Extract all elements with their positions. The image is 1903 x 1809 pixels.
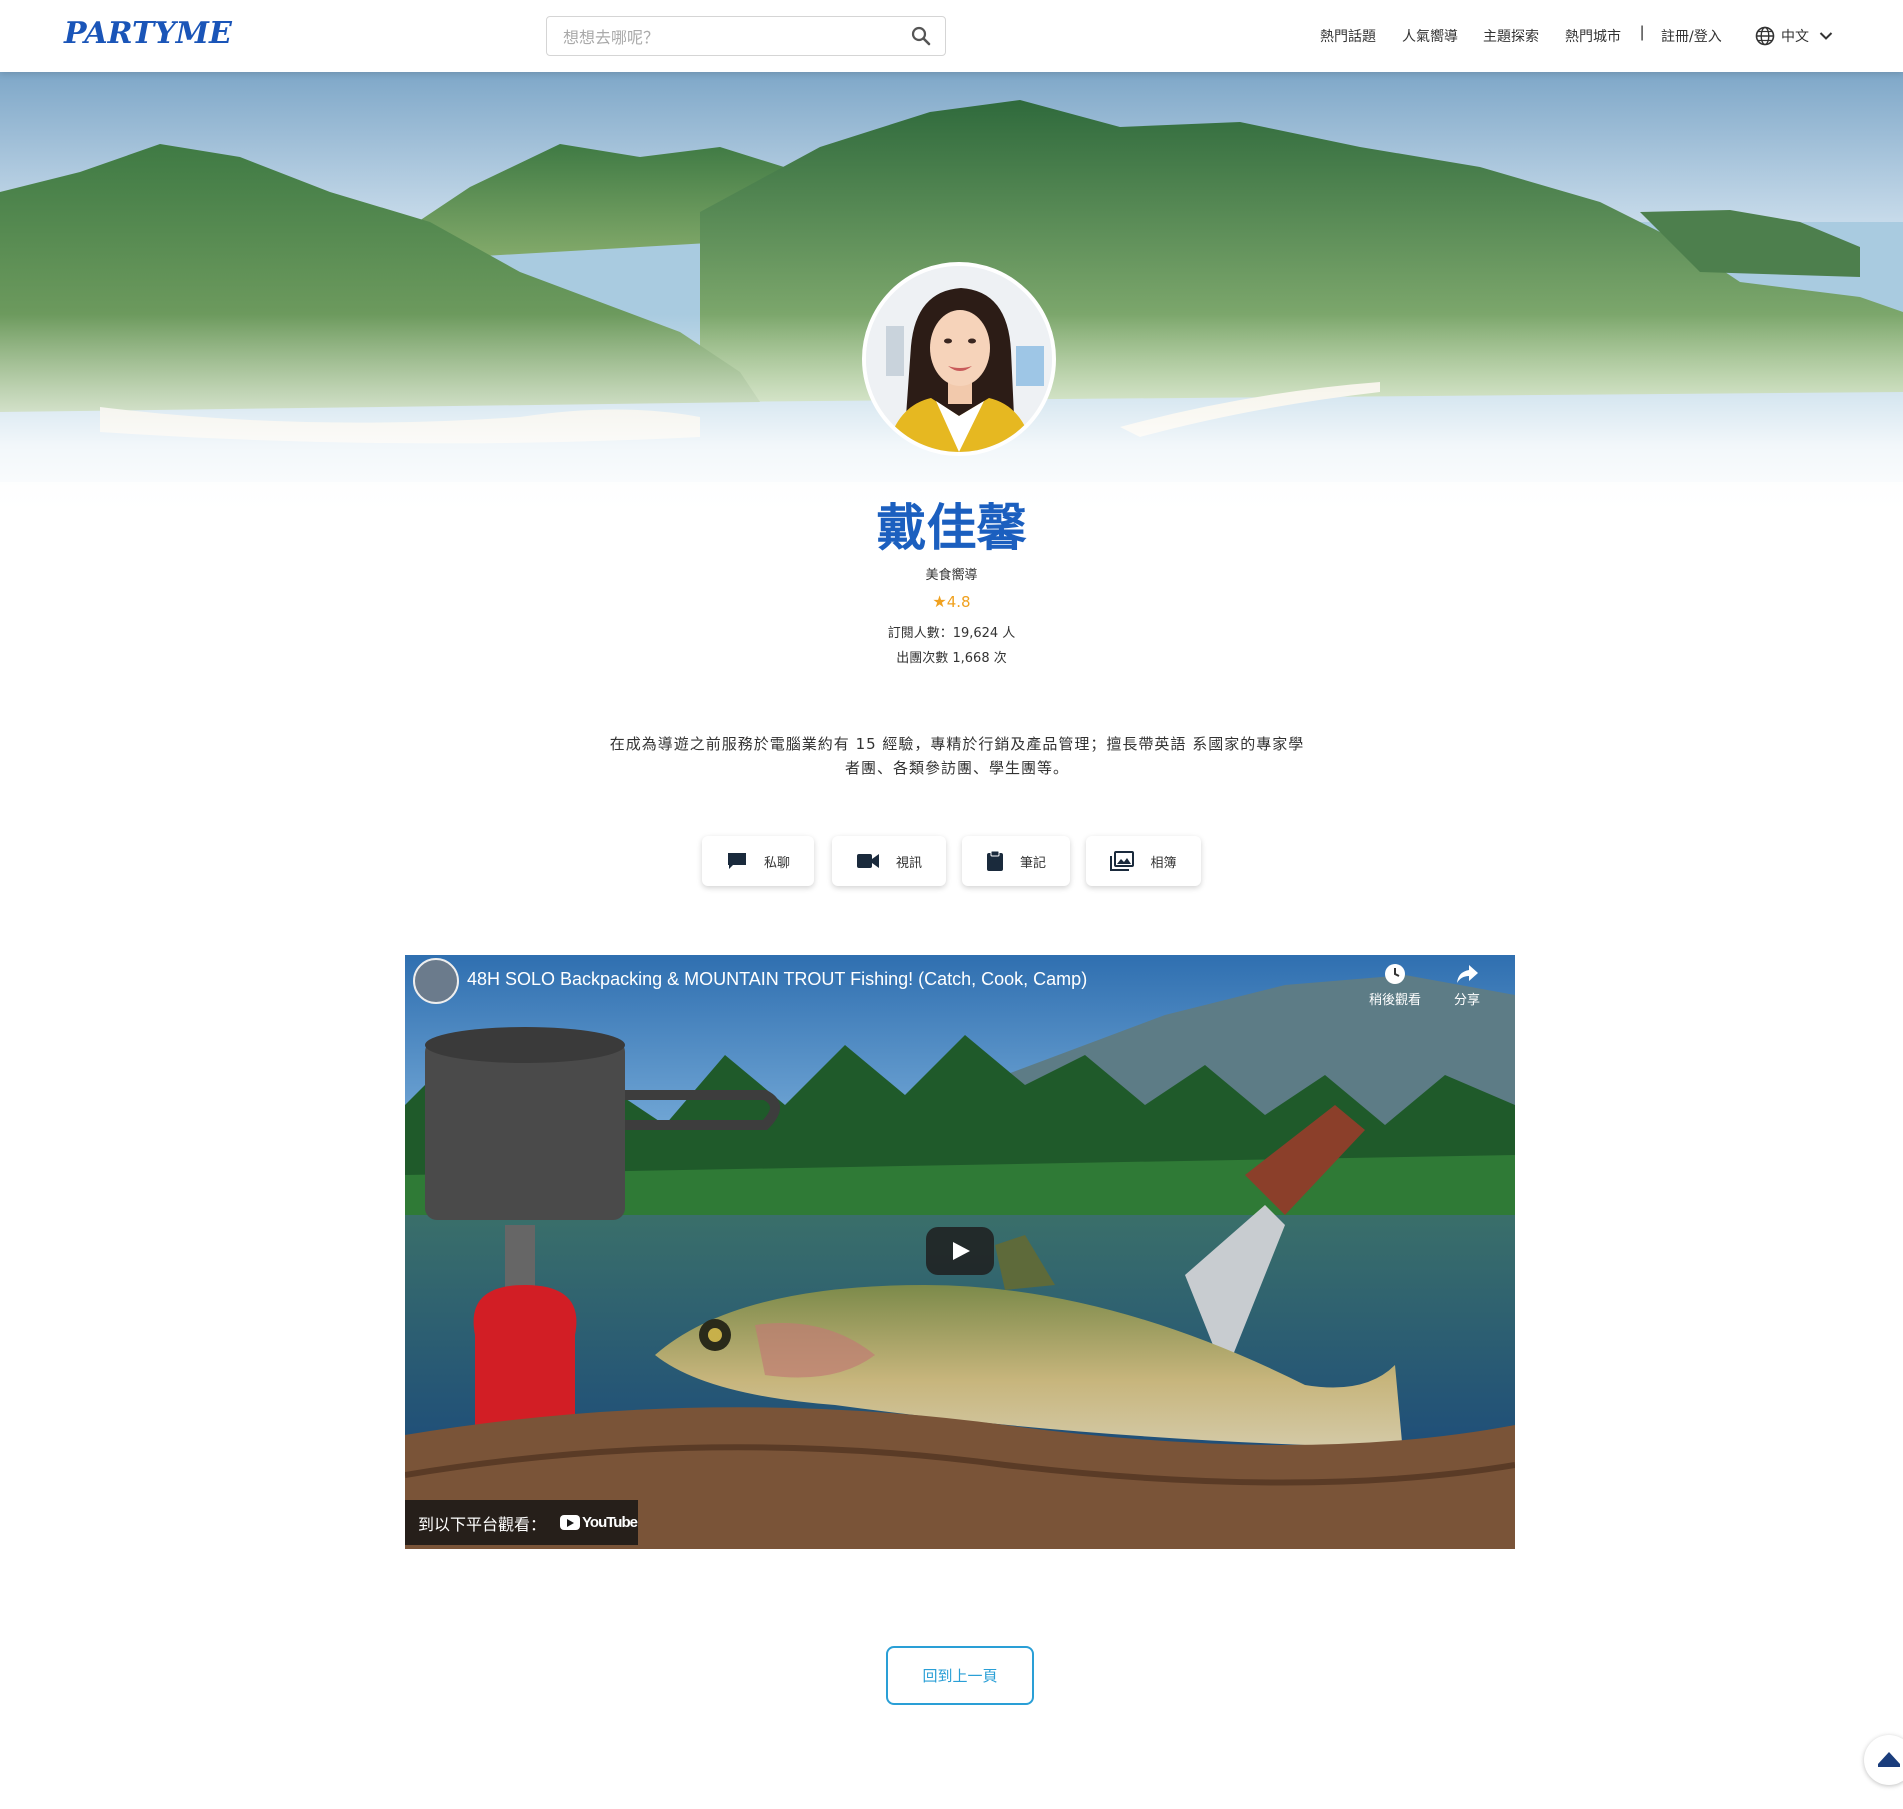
nav-login-register[interactable]: 註冊/登入 bbox=[1661, 26, 1722, 46]
chevron-down-icon bbox=[1819, 32, 1833, 40]
language-label: 中文 bbox=[1781, 29, 1809, 45]
private-chat-label: 私聊 bbox=[763, 855, 790, 871]
globe-icon bbox=[1755, 26, 1775, 46]
notes-button[interactable]: 筆記 bbox=[962, 836, 1070, 886]
subscriber-count: 訂閱人數：19,624 人 bbox=[887, 626, 1016, 641]
notes-label: 筆記 bbox=[1019, 855, 1046, 871]
share-button[interactable]: 分享 bbox=[1432, 963, 1502, 1008]
guide-rating: ★4.8 bbox=[0, 592, 1903, 611]
search-box[interactable] bbox=[546, 16, 946, 56]
nav-hot-cities[interactable]: 熱門城市 bbox=[1565, 26, 1621, 46]
scroll-to-top-button[interactable] bbox=[1864, 1735, 1903, 1785]
search-input[interactable] bbox=[563, 26, 893, 48]
youtube-logo: YouTube bbox=[560, 1514, 638, 1531]
youtube-logo-text: YouTube bbox=[582, 1514, 638, 1531]
youtube-video-embed[interactable]: 48H SOLO Backpacking & MOUNTAIN TROUT Fi… bbox=[405, 955, 1515, 1549]
chat-bubble-icon bbox=[727, 853, 746, 869]
share-label: 分享 bbox=[1453, 993, 1480, 1008]
guide-role: 美食嚮導 bbox=[925, 568, 978, 583]
video-call-button[interactable]: 視訊 bbox=[832, 836, 946, 886]
tour-count: 出團次數 1,668 次 bbox=[896, 651, 1007, 666]
clipboard-icon bbox=[986, 850, 1003, 871]
rating-value: 4.8 bbox=[946, 593, 971, 611]
nav-hot-topics[interactable]: 熱門話題 bbox=[1320, 26, 1376, 46]
back-button[interactable]: 回到上一頁 bbox=[886, 1646, 1034, 1705]
photo-album-icon bbox=[1110, 851, 1135, 871]
channel-avatar[interactable] bbox=[413, 958, 459, 1004]
action-buttons: 私聊 視訊 筆記 相簿 bbox=[0, 836, 1903, 886]
album-label: 相簿 bbox=[1150, 855, 1177, 871]
private-chat-button[interactable]: 私聊 bbox=[702, 836, 814, 886]
guide-bio: 在成為導遊之前服務於電腦業約有 15 經驗，專精於行銷及產品管理；擅長帶英語 系… bbox=[609, 735, 1305, 777]
watch-on-label: 到以下平台觀看： bbox=[418, 1514, 547, 1534]
share-arrow-icon bbox=[1457, 965, 1478, 983]
star-icon: ★ bbox=[932, 592, 947, 611]
nav-theme-explore[interactable]: 主題探索 bbox=[1483, 26, 1539, 46]
site-header: PARTYME 熱門話題 人氣嚮導 主題探索 熱門城市 | 註冊/登入 中文 bbox=[0, 0, 1903, 72]
guide-name: 戴佳馨 bbox=[876, 499, 1027, 557]
video-title[interactable]: 48H SOLO Backpacking & MOUNTAIN TROUT Fi… bbox=[467, 969, 1087, 990]
guide-avatar bbox=[862, 262, 1056, 456]
video-call-label: 視訊 bbox=[895, 855, 922, 871]
clock-icon bbox=[1385, 964, 1405, 984]
play-button[interactable] bbox=[926, 1227, 994, 1275]
nav-separator: | bbox=[1640, 24, 1645, 41]
partyme-logo[interactable]: PARTYME bbox=[64, 16, 232, 51]
nav-popular-guides[interactable]: 人氣嚮導 bbox=[1402, 26, 1458, 46]
watch-on-youtube-button[interactable]: 到以下平台觀看： YouTube bbox=[405, 1500, 638, 1545]
album-button[interactable]: 相簿 bbox=[1086, 836, 1201, 886]
search-icon[interactable] bbox=[911, 26, 931, 46]
youtube-play-icon bbox=[560, 1515, 581, 1530]
watch-later-button[interactable]: 稍後觀看 bbox=[1360, 963, 1430, 1008]
video-camera-icon bbox=[856, 854, 879, 868]
watch-later-label: 稍後觀看 bbox=[1368, 993, 1421, 1008]
language-selector[interactable]: 中文 bbox=[1755, 24, 1833, 48]
